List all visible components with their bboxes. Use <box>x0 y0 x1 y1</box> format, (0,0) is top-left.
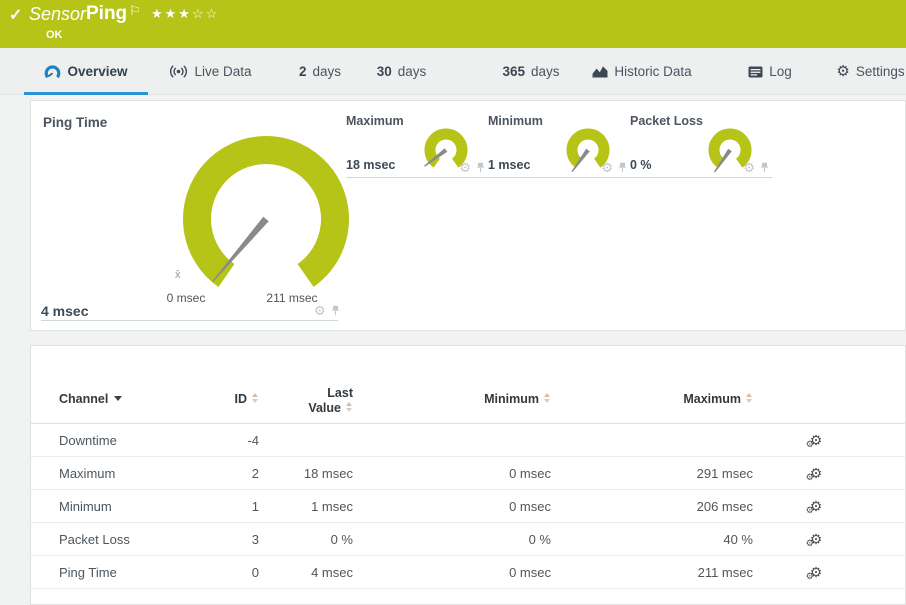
channel-row[interactable]: Ping Time 0 4 msec 0 msec 211 msec ⚙⚙ <box>31 556 905 589</box>
channel-settings-icon[interactable]: ⚙⚙ <box>810 499 823 513</box>
channel-minimum: 0 msec <box>353 499 551 514</box>
sort-icon[interactable] <box>746 393 753 403</box>
channel-name[interactable]: Minimum <box>31 499 201 514</box>
live-icon <box>169 65 188 78</box>
column-header-actions <box>753 346 905 423</box>
channel-rows: Downtime -4 ⚙⚙ Maximum 2 18 msec 0 msec … <box>31 424 905 589</box>
widget-actions: ⚙ <box>314 304 340 317</box>
sort-desc-icon <box>114 396 122 401</box>
tab-live-data[interactable]: Live Data <box>168 48 253 95</box>
pin-icon[interactable] <box>331 305 340 316</box>
tab-365-days[interactable]: 365 days <box>499 48 563 95</box>
channel-id: 1 <box>201 499 259 514</box>
channel-row[interactable]: Downtime -4 ⚙⚙ <box>31 424 905 457</box>
average-marker: x̄ <box>175 269 181 281</box>
channel-settings-icon[interactable]: ⚙⚙ <box>810 532 823 546</box>
channel-name[interactable]: Downtime <box>31 433 201 448</box>
priority-stars[interactable]: ★★★☆☆ <box>151 6 219 22</box>
channel-maximum: 40 % <box>551 532 753 547</box>
sort-icon[interactable] <box>346 402 353 412</box>
mini-gauge-title: Packet Loss <box>630 114 703 128</box>
widget-divider <box>41 320 338 321</box>
pin-icon[interactable] <box>476 162 485 173</box>
sensor-name: Ping <box>86 3 127 25</box>
pin-icon[interactable] <box>760 162 769 173</box>
gauge-min-label: 0 msec <box>156 291 216 305</box>
widget-actions: ⚙ <box>601 161 627 174</box>
main-gauge-value: 4 msec <box>41 303 88 319</box>
channel-minimum: 0 msec <box>353 565 551 580</box>
channel-minimum: 0 % <box>353 532 551 547</box>
flag-icon[interactable]: ⚐ <box>129 3 141 19</box>
column-header-id[interactable]: ID <box>201 346 259 423</box>
chart-icon <box>592 65 608 78</box>
column-header-minimum[interactable]: Minimum <box>353 346 551 423</box>
channel-settings-icon[interactable]: ⚙⚙ <box>810 433 823 447</box>
tab-2-days[interactable]: 2 days <box>296 48 344 95</box>
gauges-panel: Ping Time x̄ 0 msec 211 msec 4 msec ⚙ Ma… <box>30 100 906 331</box>
channel-row[interactable]: Minimum 1 1 msec 0 msec 206 msec ⚙⚙ <box>31 490 905 523</box>
channel-name[interactable]: Ping Time <box>31 565 201 580</box>
prtg-sensor-page: ✓ Sensor Ping ⚐ ★★★☆☆ OK Overview Live D… <box>0 0 906 597</box>
channel-maximum: 291 msec <box>551 466 753 481</box>
mini-gauge-title: Maximum <box>346 114 404 128</box>
channel-name[interactable]: Packet Loss <box>31 532 201 547</box>
mini-gauge-value: 1 msec <box>488 158 530 172</box>
log-icon <box>748 66 763 78</box>
tab-log[interactable]: Log <box>745 48 795 95</box>
column-header-last-value[interactable]: Last Value <box>259 346 353 423</box>
column-header-channel[interactable]: Channel <box>31 346 201 423</box>
tab-overview[interactable]: Overview <box>24 48 148 95</box>
channel-name[interactable]: Maximum <box>31 466 201 481</box>
mini-gauge-packet-loss: Packet Loss 0 % ⚙ <box>630 111 772 178</box>
sort-icon[interactable] <box>252 393 259 403</box>
table-header: Channel ID Last Value Minimum Maximum <box>31 346 905 424</box>
column-header-maximum[interactable]: Maximum <box>551 346 753 423</box>
mini-gauge-value: 18 msec <box>346 158 395 172</box>
mini-gauge-title: Minimum <box>488 114 543 128</box>
widget-actions: ⚙ <box>459 161 485 174</box>
tab-historic-data[interactable]: Historic Data <box>592 48 692 95</box>
tab-bar: Overview Live Data 2 days 30 days 365 da… <box>0 48 906 95</box>
channel-last-value: 18 msec <box>259 466 353 481</box>
widget-actions: ⚙ <box>743 161 769 174</box>
sensor-status-badge: OK <box>46 29 63 41</box>
channel-id: 3 <box>201 532 259 547</box>
mini-gauge-value: 0 % <box>630 158 652 172</box>
mini-gauge <box>697 123 763 187</box>
gear-icon[interactable]: ⚙ <box>601 161 613 174</box>
channel-id: 0 <box>201 565 259 580</box>
gear-icon[interactable]: ⚙ <box>314 304 326 317</box>
mini-gauge-minimum: Minimum 1 msec ⚙ <box>488 111 630 178</box>
channel-last-value: 1 msec <box>259 499 353 514</box>
sensor-type-label: Sensor <box>29 4 86 25</box>
channel-id: -4 <box>201 433 259 448</box>
mini-gauge <box>413 123 479 187</box>
channel-last-value: 4 msec <box>259 565 353 580</box>
gauge-icon <box>44 65 61 79</box>
sensor-header: ✓ Sensor Ping ⚐ ★★★☆☆ OK <box>0 0 906 48</box>
gear-icon[interactable]: ⚙ <box>743 161 755 174</box>
tab-settings[interactable]: ⚙ Settings <box>835 48 906 95</box>
check-icon: ✓ <box>9 5 22 25</box>
channel-id: 2 <box>201 466 259 481</box>
channel-maximum: 206 msec <box>551 499 753 514</box>
gear-icon[interactable]: ⚙ <box>459 161 471 174</box>
tab-30-days[interactable]: 30 days <box>374 48 429 95</box>
channel-maximum: 211 msec <box>551 565 753 580</box>
pin-icon[interactable] <box>618 162 627 173</box>
channels-panel: Channel ID Last Value Minimum Maximum Do… <box>30 345 906 605</box>
settings-icon: ⚙ <box>836 64 849 79</box>
main-gauge-title: Ping Time <box>43 115 107 130</box>
channel-settings-icon[interactable]: ⚙⚙ <box>810 466 823 480</box>
sort-icon[interactable] <box>544 393 551 403</box>
mini-gauge-maximum: Maximum 18 msec ⚙ <box>346 111 488 178</box>
mini-gauge <box>555 123 621 187</box>
channel-last-value: 0 % <box>259 532 353 547</box>
channel-settings-icon[interactable]: ⚙⚙ <box>810 565 823 579</box>
channel-row[interactable]: Maximum 2 18 msec 0 msec 291 msec ⚙⚙ <box>31 457 905 490</box>
channel-minimum: 0 msec <box>353 466 551 481</box>
channel-row[interactable]: Packet Loss 3 0 % 0 % 40 % ⚙⚙ <box>31 523 905 556</box>
